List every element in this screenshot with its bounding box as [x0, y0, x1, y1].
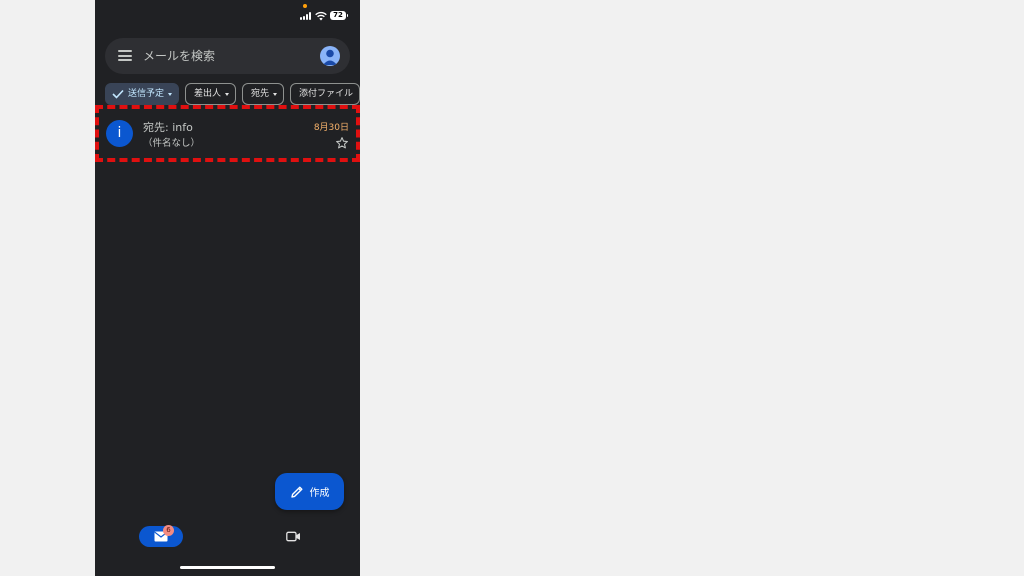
chip-attachment[interactable]: 添付ファイル — [290, 83, 360, 105]
battery-icon: 72 — [330, 11, 348, 20]
compose-label: 作成 — [309, 488, 330, 499]
chip-from[interactable]: 差出人 — [185, 83, 237, 105]
home-indicator — [180, 566, 275, 569]
filter-chips: 送信予定 差出人 宛先 添付ファイル — [105, 83, 360, 105]
email-date: 8月30日 — [313, 123, 349, 133]
email-recipient: 宛先: info — [143, 121, 193, 134]
menu-icon[interactable] — [118, 50, 132, 61]
chip-label: 宛先 — [251, 89, 270, 99]
unread-badge: 6 — [163, 525, 174, 536]
chip-label: 送信予定 — [128, 89, 165, 99]
wifi-icon — [315, 11, 327, 21]
phone-screen: 72 メールを検索 送信予定 差出人 宛先 添付ファイル i 宛先: info … — [95, 0, 360, 576]
sender-avatar[interactable]: i — [106, 120, 133, 147]
video-camera-icon[interactable] — [286, 531, 301, 542]
chip-to[interactable]: 宛先 — [242, 83, 285, 105]
chevron-down-icon — [273, 92, 278, 96]
nav-mail-tab[interactable]: 6 — [139, 525, 183, 547]
status-bar: 72 — [95, 0, 360, 30]
compose-button[interactable]: 作成 — [275, 473, 344, 510]
search-input[interactable]: メールを検索 — [143, 48, 215, 64]
account-avatar[interactable] — [320, 46, 340, 66]
search-bar[interactable]: メールを検索 — [105, 38, 350, 74]
chip-scheduled[interactable]: 送信予定 — [105, 83, 180, 105]
email-subject: （件名なし） — [143, 138, 201, 149]
star-icon[interactable] — [335, 136, 349, 150]
chevron-down-icon — [168, 92, 173, 96]
check-icon — [112, 89, 124, 99]
signal-icon — [300, 12, 311, 20]
email-list-item[interactable]: i 宛先: info 8月30日 （件名なし） — [95, 110, 360, 162]
camera-indicator-icon — [303, 4, 307, 8]
pencil-icon — [290, 486, 302, 498]
chip-label: 差出人 — [194, 89, 222, 99]
chevron-down-icon — [225, 92, 230, 96]
chip-label: 添付ファイル — [299, 89, 354, 99]
